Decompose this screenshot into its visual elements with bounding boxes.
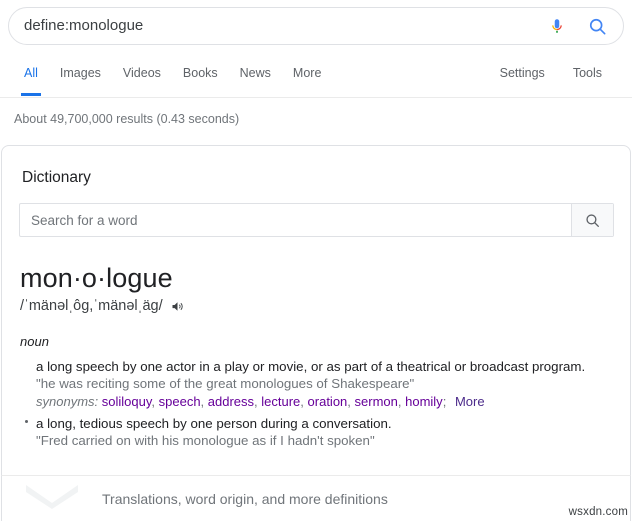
speaker-icon[interactable] (170, 299, 185, 314)
dictionary-search-box[interactable] (19, 203, 614, 237)
dictionary-search-input[interactable] (20, 204, 571, 236)
search-input[interactable]: define:monologue (9, 17, 537, 35)
synonym-sep: , (151, 394, 159, 409)
expand-more-section[interactable]: Translations, word origin, and more defi… (1, 475, 631, 521)
tab-all[interactable]: All (13, 62, 49, 96)
chevron-down-icon[interactable] (24, 483, 80, 514)
phonetic-text: /ˈmänəlˌôg,ˈmänəlˌäg/ (20, 298, 163, 314)
tab-images[interactable]: Images (49, 62, 112, 95)
search-nav-tabs: All Images Videos Books News More Settin… (0, 62, 632, 98)
definition-list: a long speech by one actor in a play or … (2, 358, 630, 450)
tab-videos[interactable]: Videos (112, 62, 172, 95)
definition-text: a long speech by one actor in a play or … (36, 359, 586, 374)
synonym-sep: ; (442, 394, 447, 409)
definition-text: a long, tedious speech by one person dur… (36, 416, 392, 431)
synonym-link[interactable]: address (208, 394, 254, 409)
nav-tabs-left: All Images Videos Books News More (13, 62, 332, 96)
pronunciation-row: /ˈmänəlˌôg,ˈmänəlˌäg/ (20, 297, 630, 315)
dictionary-card: Dictionary mon·o·logue /ˈmänəlˌôg,ˈmänəl… (1, 145, 631, 509)
definition-item-2: a long, tedious speech by one person dur… (2, 415, 630, 450)
tab-news[interactable]: News (229, 62, 282, 95)
synonym-link[interactable]: soliloquy (102, 394, 152, 409)
dictionary-search-button[interactable] (571, 204, 613, 236)
microphone-icon[interactable] (537, 9, 577, 43)
synonym-link[interactable]: lecture (261, 394, 300, 409)
synonyms-label: synonyms: (36, 394, 99, 409)
synonyms-more-link[interactable]: More (455, 394, 485, 409)
expand-more-label: Translations, word origin, and more defi… (102, 490, 388, 507)
synonyms-line: synonyms: soliloquy, speech, address, le… (36, 393, 630, 411)
definition-item-1: a long speech by one actor in a play or … (2, 358, 630, 411)
settings-button[interactable]: Settings (486, 62, 559, 95)
search-icon[interactable] (577, 9, 617, 43)
result-stats: About 49,700,000 results (0.43 seconds) (14, 112, 240, 126)
nav-tabs-right: Settings Tools (486, 62, 616, 95)
tools-button[interactable]: Tools (559, 62, 616, 95)
dictionary-title: Dictionary (22, 169, 91, 186)
synonyms-links: soliloquy, speech, address, lecture, ora… (102, 394, 450, 409)
part-of-speech: noun (20, 334, 49, 349)
bullet-icon (25, 420, 28, 423)
watermark: wsxdn.com (568, 506, 628, 518)
tab-books[interactable]: Books (172, 62, 229, 95)
definition-example: "he was reciting some of the great monol… (36, 376, 415, 391)
synonym-link[interactable]: oration (308, 394, 348, 409)
synonym-sep: , (200, 394, 208, 409)
synonym-link[interactable]: sermon (355, 394, 398, 409)
search-header: define:monologue (0, 0, 632, 45)
headword: mon·o·logue (20, 263, 173, 293)
search-box[interactable]: define:monologue (8, 7, 624, 45)
synonym-link[interactable]: speech (159, 394, 201, 409)
definition-example: "Fred carried on with his monologue as i… (36, 433, 375, 448)
synonym-link[interactable]: homily (405, 394, 443, 409)
synonym-sep: , (300, 394, 308, 409)
tab-more[interactable]: More (282, 62, 332, 95)
synonym-sep: , (347, 394, 355, 409)
